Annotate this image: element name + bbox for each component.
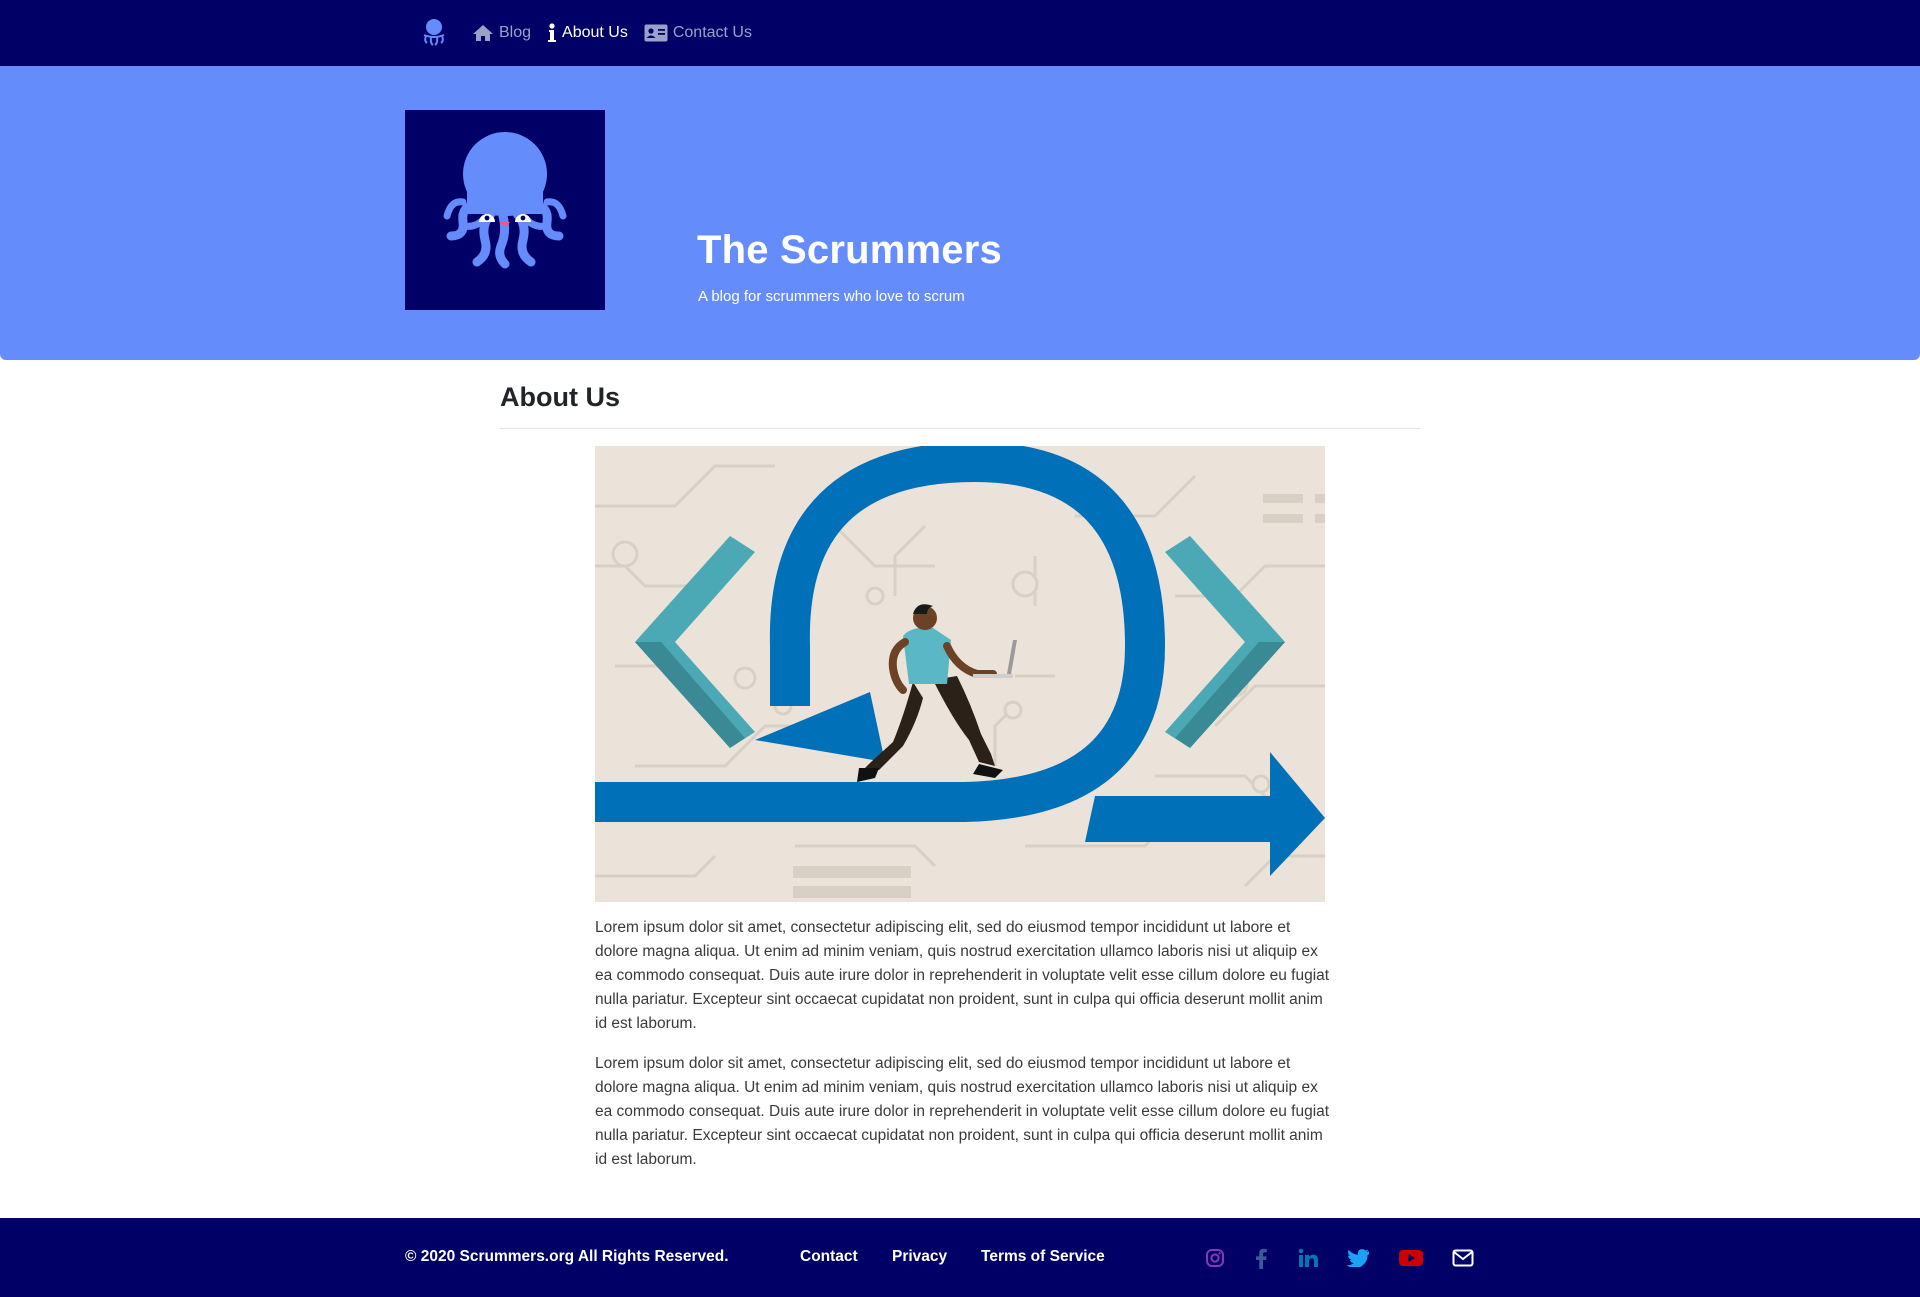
octopus-icon (423, 19, 445, 46)
nav-item-label: Contact Us (672, 24, 752, 41)
instagram-link[interactable] (1202, 1245, 1228, 1271)
scrum-runner-illustration (595, 446, 1325, 902)
hero-banner: The Scrummers A blog for scrummers who l… (0, 66, 1920, 360)
email-link[interactable] (1450, 1245, 1476, 1271)
youtube-link[interactable] (1398, 1245, 1424, 1271)
nav-links: Blog About Us Contact Us (404, 0, 760, 66)
youtube-icon (1399, 1250, 1423, 1266)
octopus-icon (443, 132, 567, 269)
page-title: About Us (500, 382, 620, 412)
linkedin-icon (1298, 1248, 1318, 1267)
about-paragraph: Lorem ipsum dolor sit amet, consectetur … (595, 1055, 1330, 1168)
nav-item-label: About Us (562, 24, 628, 41)
facebook-icon (1256, 1248, 1267, 1269)
linkedin-link[interactable] (1295, 1245, 1321, 1271)
twitter-link[interactable] (1345, 1245, 1371, 1271)
footer-link-terms[interactable]: Terms of Service (981, 1248, 1105, 1266)
info-icon (548, 23, 557, 42)
twitter-icon (1347, 1249, 1369, 1267)
nav-item-contact-us[interactable]: Contact Us (636, 0, 760, 66)
id-card-icon (644, 24, 668, 42)
about-paragraph: Lorem ipsum dolor sit amet, consectetur … (595, 919, 1330, 1032)
instagram-icon (1206, 1249, 1224, 1267)
about-illustration (595, 446, 1325, 902)
site-footer: © 2020 Scrummers.org All Rights Reserved… (0, 1218, 1920, 1297)
nav-item-label: Blog (499, 24, 532, 41)
envelope-icon (1452, 1249, 1474, 1267)
footer-link-contact[interactable]: Contact (800, 1248, 858, 1266)
nav-item-blog[interactable]: Blog (464, 0, 539, 66)
site-subtitle: A blog for scrummers who love to scrum (698, 288, 965, 305)
copyright-text: © 2020 Scrummers.org All Rights Reserved… (405, 1248, 729, 1265)
home-icon (473, 25, 493, 41)
top-navbar: Blog About Us Contact Us (0, 0, 1920, 66)
title-divider (500, 428, 1420, 429)
facebook-link[interactable] (1248, 1245, 1274, 1271)
footer-link-privacy[interactable]: Privacy (892, 1248, 947, 1266)
site-title: The Scrummers (697, 228, 1002, 272)
brand-logo-link[interactable] (404, 0, 464, 66)
hero-logo (405, 110, 605, 310)
nav-item-about-us[interactable]: About Us (539, 0, 636, 66)
